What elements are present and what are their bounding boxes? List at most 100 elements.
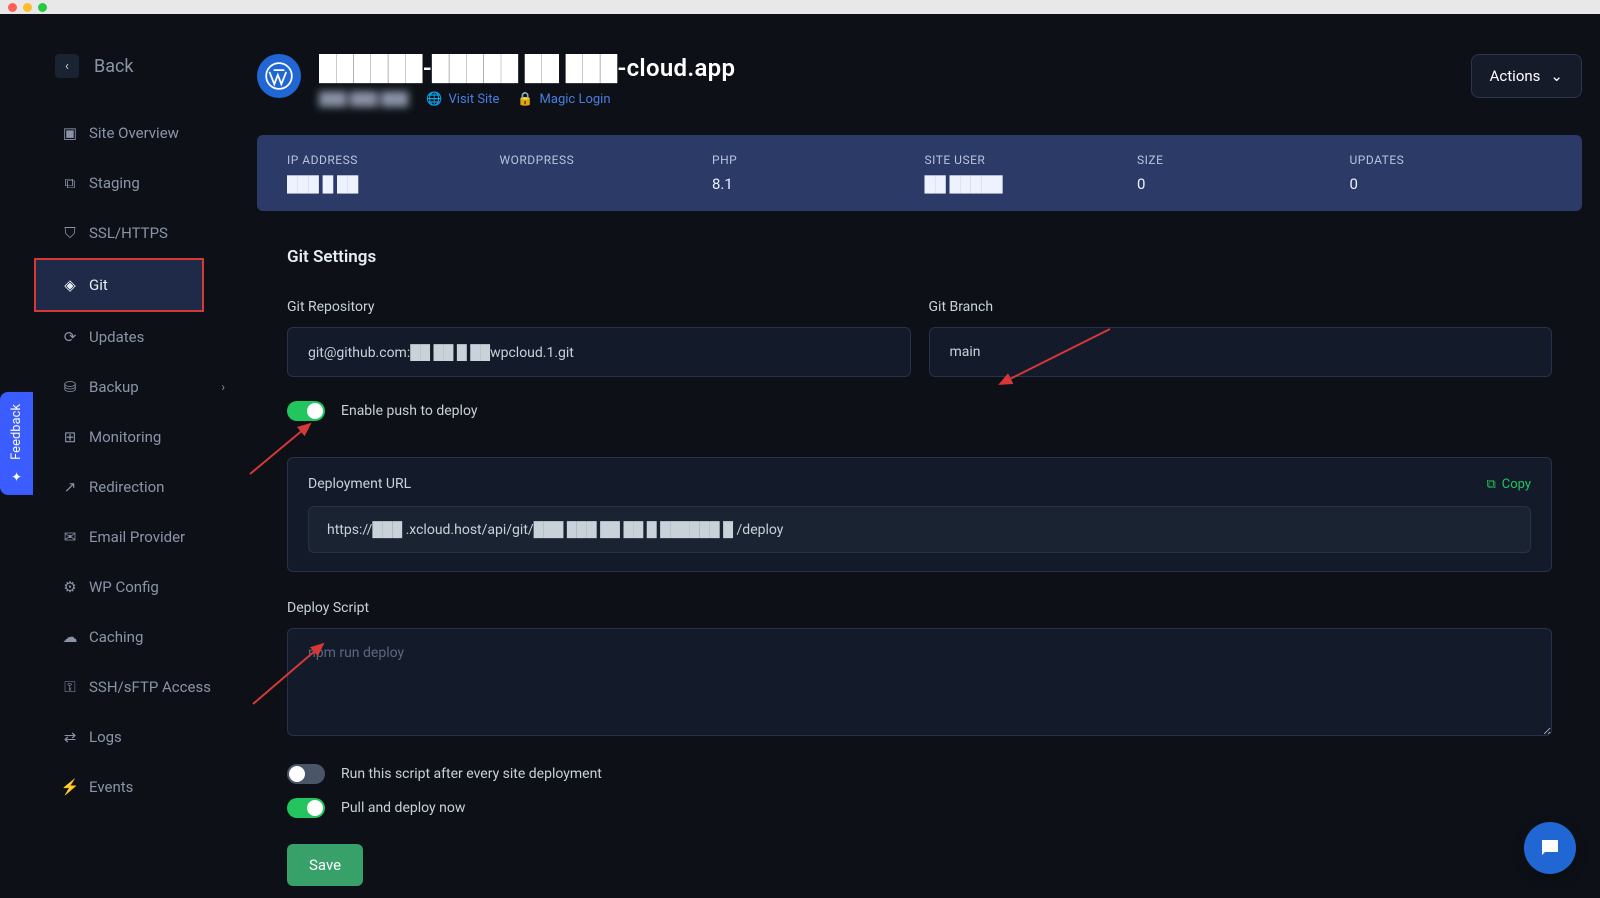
info-cell-size: SIZE 0 [1137,153,1340,193]
deployment-url-header: Deployment URL ⧉ Copy [308,476,1531,492]
info-cell-php: PHP 8.1 [712,153,915,193]
activity-icon: ⚡ [62,779,78,795]
sidebar-item-events[interactable]: ⚡ Events [0,762,245,812]
sidebar-nav: ▣ Site Overview ⧉ Staging ⛉ SSL/HTTPS ◈ … [0,108,245,812]
main-content: ██████-█████ ██ ███-cloud.app ███ ███ ██… [245,14,1600,898]
header-sub-line: ███ ███ ███ 🌐 Visit Site 🔒 Magic Login [319,91,1453,107]
chevron-right-icon: › [221,380,225,394]
back-label: Back [94,56,134,77]
feedback-label: Feedback [9,404,24,460]
sidebar-item-backup[interactable]: ⛁ Backup › [0,362,245,412]
sidebar-item-label: Email Provider [89,528,185,546]
refresh-icon: ⟳ [62,329,78,345]
site-title-block: ██████-█████ ██ ███-cloud.app ███ ███ ██… [319,54,1453,107]
deployment-url-value[interactable]: https://███ .xcloud.host/api/git/███ ███… [308,506,1531,553]
sidebar-item-label: Git [89,276,108,294]
sidebar-item-label: Site Overview [89,124,179,142]
sidebar-item-ssl[interactable]: ⛉ SSL/HTTPS [0,208,245,258]
feedback-tab[interactable]: ✦ Feedback [0,392,33,495]
info-value: ██ █████ [925,175,1128,193]
site-info-strip: IP ADDRESS ███ █ ██ WORDPRESS PHP 8.1 SI… [257,135,1582,211]
sidebar-item-label: Updates [89,328,144,346]
field-label: Git Repository [287,299,911,315]
actions-label: Actions [1490,67,1541,85]
sidebar: ‹ Back ▣ Site Overview ⧉ Staging ⛉ SSL/H… [0,14,245,898]
wordpress-logo [257,54,301,98]
sidebar-item-label: Caching [89,628,143,646]
window-close-button[interactable] [8,3,17,12]
copy-label: Copy [1502,477,1531,492]
visit-site-link[interactable]: 🌐 Visit Site [426,92,499,107]
chat-fab[interactable] [1524,822,1576,874]
toggle-label: Pull and deploy now [341,800,465,816]
push-to-deploy-toggle[interactable] [287,401,325,421]
page-header: ██████-█████ ██ ███-cloud.app ███ ███ ██… [257,54,1582,107]
sidebar-item-email[interactable]: ✉ Email Provider [0,512,245,562]
sidebar-item-monitoring[interactable]: ⊞ Monitoring [0,412,245,462]
sidebar-item-staging[interactable]: ⧉ Staging [0,158,245,208]
database-icon: ⛁ [62,379,78,395]
window-maximize-button[interactable] [38,3,47,12]
globe-icon: 🌐 [426,92,442,107]
info-cell-wordpress: WORDPRESS [500,153,703,193]
info-cell-user: SITE USER ██ █████ [925,153,1128,193]
site-subtitle-redacted: ███ ███ ███ [319,91,408,107]
pull-deploy-now-toggle[interactable] [287,798,325,818]
info-cell-ip: IP ADDRESS ███ █ ██ [287,153,490,193]
chevron-left-icon: ‹ [65,59,69,74]
deploy-script-textarea[interactable] [287,628,1552,736]
back-row[interactable]: ‹ Back [0,54,245,108]
git-icon: ◈ [62,277,78,293]
git-repo-field-group: Git Repository [287,299,911,377]
copy-icon: ⧉ [1486,477,1495,492]
info-label: WORDPRESS [500,153,703,167]
repo-branch-row: Git Repository Git Branch [287,299,1552,377]
info-label: SIZE [1137,153,1340,167]
layers-icon: ⧉ [62,175,78,191]
window-chrome [0,0,1600,14]
actions-dropdown-button[interactable]: Actions ⌄ [1471,54,1582,98]
deployment-url-label: Deployment URL [308,476,411,492]
deploy-script-group: Deploy Script [287,600,1552,740]
window-minimize-button[interactable] [23,3,32,12]
toggle-label: Run this script after every site deploym… [341,766,602,782]
sidebar-item-caching[interactable]: ☁ Caching [0,612,245,662]
deployment-url-box: Deployment URL ⧉ Copy https://███ .xclou… [287,457,1552,572]
swap-icon: ⇄ [62,729,78,745]
visit-site-label: Visit Site [449,92,500,107]
chat-icon [1538,836,1562,860]
key-icon: ⚿ [62,679,78,695]
settings-icon: ⚙ [62,579,78,595]
sidebar-item-label: SSL/HTTPS [89,224,168,242]
git-repo-input[interactable] [287,327,911,377]
sidebar-item-wpconfig[interactable]: ⚙ WP Config [0,562,245,612]
back-button[interactable]: ‹ [55,54,79,78]
app-root: ‹ Back ▣ Site Overview ⧉ Staging ⛉ SSL/H… [0,14,1600,898]
info-label: SITE USER [925,153,1128,167]
magic-login-link[interactable]: 🔒 Magic Login [517,92,610,107]
sidebar-item-git[interactable]: ◈ Git [34,258,204,312]
sparkle-icon: ✦ [9,468,24,483]
run-after-deploy-toggle[interactable] [287,764,325,784]
external-link-icon: ↗ [62,479,78,495]
save-button[interactable]: Save [287,844,363,886]
pull-deploy-now-toggle-row: Pull and deploy now [287,798,1552,818]
field-label: Git Branch [929,299,1553,315]
sidebar-item-overview[interactable]: ▣ Site Overview [0,108,245,158]
sidebar-item-label: Events [89,778,133,796]
magic-login-label: Magic Login [540,92,611,107]
sidebar-item-label: Monitoring [89,428,161,446]
copy-button[interactable]: ⧉ Copy [1486,477,1531,492]
mail-icon: ✉ [62,529,78,545]
git-settings-panel: Git Settings Git Repository Git Branch E… [257,247,1582,898]
sidebar-item-updates[interactable]: ⟳ Updates [0,312,245,362]
sidebar-item-label: Backup [89,378,139,396]
git-branch-input[interactable] [929,327,1553,377]
field-label: Deploy Script [287,600,1552,616]
info-value: 0 [1137,175,1340,193]
git-branch-field-group: Git Branch [929,299,1553,377]
sidebar-item-label: Logs [89,728,122,746]
sidebar-item-logs[interactable]: ⇄ Logs [0,712,245,762]
sidebar-item-redirection[interactable]: ↗ Redirection [0,462,245,512]
sidebar-item-ssh[interactable]: ⚿ SSH/sFTP Access [0,662,245,712]
